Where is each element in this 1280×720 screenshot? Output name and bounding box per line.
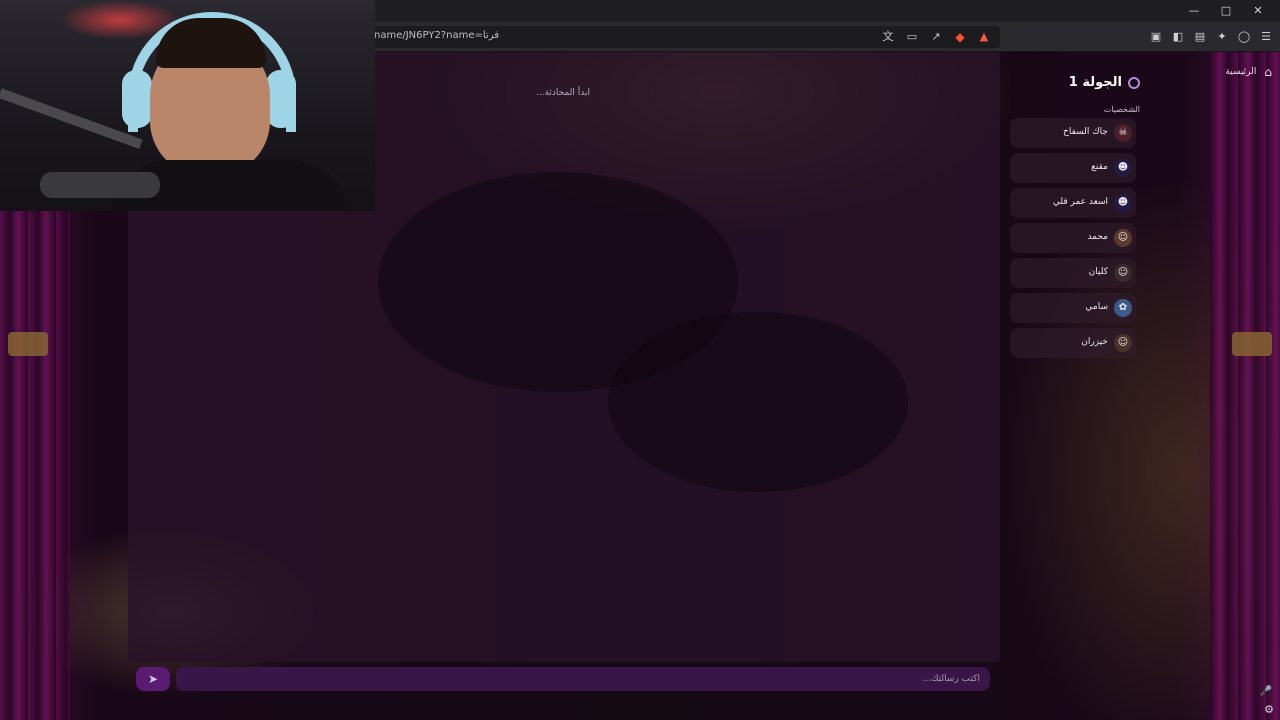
window-controls: — □ ✕ [1178,2,1274,20]
curtain-right-decoration [1210,52,1280,720]
share-icon[interactable]: ↗ [928,29,944,45]
webcam-overlay [0,0,375,211]
character-name: محمد [1087,232,1108,242]
translate-icon[interactable]: 文 [880,29,896,45]
character-avatar-icon: ☠ [1114,124,1132,142]
address-bar-icons: 文 ▭ ↗ ◆ ▲ [880,29,992,45]
address-bar[interactable]: name/JN6PY2?name=فرتا 文 ▭ ↗ ◆ ▲ [360,26,1000,48]
character-item[interactable]: ☠ جاك السفاح [1010,118,1136,148]
characters-heading: الشخصيات [1103,105,1140,114]
character-item[interactable]: ☺ كليان [1010,258,1136,288]
url-text: name/JN6PY2?name=فرتا [374,30,499,41]
menu-icon[interactable]: ☰ [1258,29,1274,45]
character-item[interactable]: ☻ اسعد عمر قلي [1010,188,1136,218]
empty-chat-label: ابدأ المحادثة... [535,88,590,98]
brave-shields-icon[interactable]: ◆ [952,29,968,45]
earcup-decoration [266,70,296,128]
send-button[interactable]: ➤ [136,667,170,691]
tassel-left-decoration [8,332,48,356]
character-avatar-icon: ☺ [1114,229,1132,247]
character-name: كليان [1088,267,1108,277]
send-icon: ➤ [147,672,159,686]
home-icon: ⌂ [1264,65,1272,79]
character-name: خيزران [1081,337,1108,347]
character-item[interactable]: ☺ محمد [1010,223,1136,253]
cast-icon[interactable]: ▭ [904,29,920,45]
character-avatar-icon: ☺ [1114,264,1132,282]
character-item[interactable]: ✿ سامي [1010,293,1136,323]
character-avatar-icon: ☻ [1114,194,1132,212]
character-item[interactable]: ☺ خيزران [1010,328,1136,358]
character-name: اسعد عمر قلي [1052,197,1108,207]
tassel-right-decoration [1232,332,1272,356]
leo-ai-icon[interactable]: ✦ [1214,29,1230,45]
character-name: جاك السفاح [1063,127,1108,137]
character-name: سامي [1085,302,1108,312]
character-name: مقنع [1091,162,1108,172]
earcup-decoration [122,70,152,128]
home-link[interactable]: ⌂ الرئيسية [1225,65,1272,79]
brave-rewards-icon[interactable]: ▲ [976,29,992,45]
maximize-button[interactable]: □ [1210,2,1242,20]
close-button[interactable]: ✕ [1242,2,1274,20]
character-item[interactable]: ☻ مقنع [1010,153,1136,183]
message-input[interactable] [176,667,990,691]
vpn-icon[interactable]: ◯ [1236,29,1252,45]
home-label: الرئيسية [1225,67,1257,77]
toolbar-right-icons: ▣ ◧ ▤ ✦ ◯ ☰ [1148,29,1274,45]
mask-shadow-decoration [608,312,908,492]
round-label: الجولة 1 [1068,75,1122,90]
character-avatar-icon: ✿ [1114,299,1132,317]
round-title: الجولة 1 [1069,75,1140,90]
character-avatar-icon: ☻ [1114,159,1132,177]
sidebar-icon[interactable]: ◧ [1170,29,1186,45]
microphone-decoration [40,172,160,198]
round-icon [1128,76,1140,89]
character-avatar-icon: ☺ [1114,334,1132,352]
screenshot-icon[interactable]: ▣ [1148,29,1164,45]
character-list: ☠ جاك السفاح ☻ مقنع ☻ اسعد عمر قلي ☺ محم… [1010,118,1136,363]
message-composer: ➤ [136,667,992,693]
wallet-icon[interactable]: ▤ [1192,29,1208,45]
minimize-button[interactable]: — [1178,2,1210,20]
microphone-icon[interactable]: 🎤 [1260,686,1272,697]
settings-icon[interactable]: ⚙ [1264,703,1274,716]
